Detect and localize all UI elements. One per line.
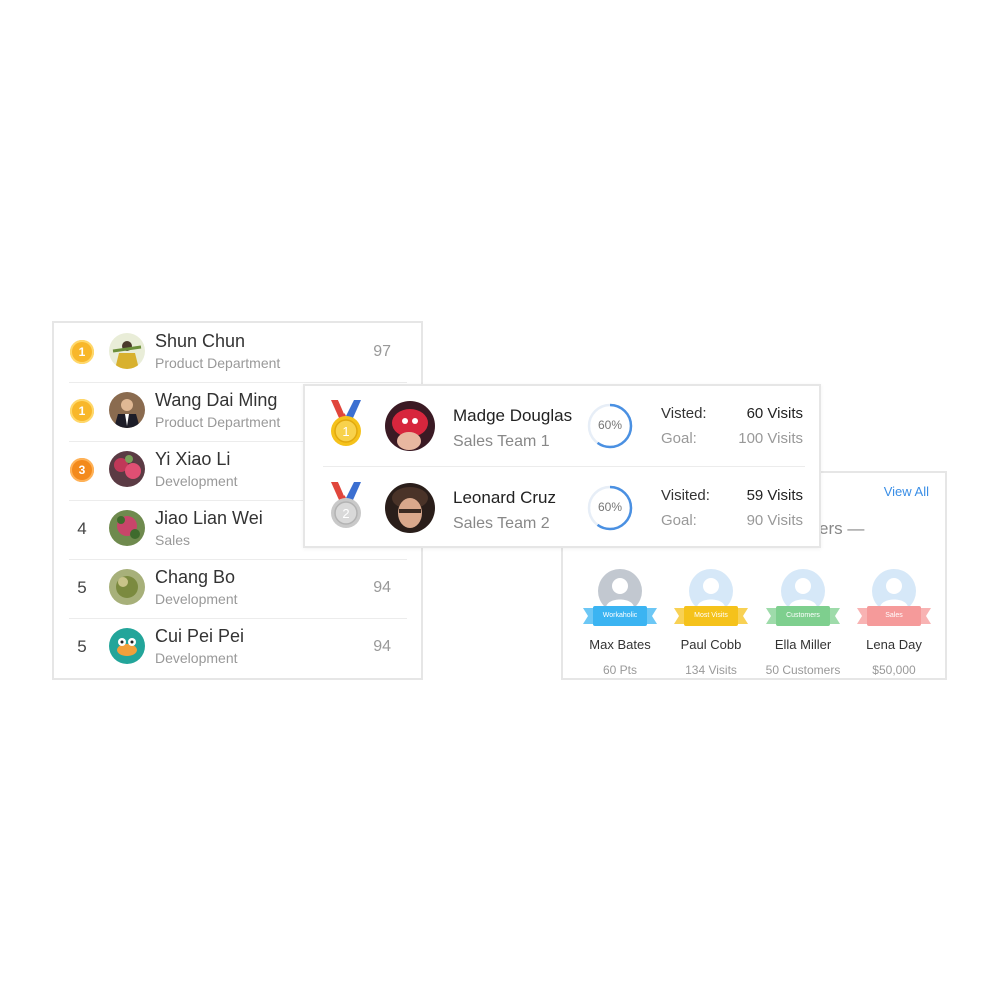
rank-number: 4	[77, 519, 87, 538]
member-department: Sales	[155, 532, 191, 548]
medal-number: 1	[342, 424, 349, 439]
member-name: Shun Chun	[155, 331, 246, 351]
leaderboard-row[interactable]: 1 Shun Chun Product Department 97	[69, 323, 407, 383]
goal-label: Goal:	[661, 512, 697, 529]
rank-badge: 3	[70, 458, 94, 482]
star-name: Ella Miller	[774, 637, 832, 652]
salesperson-team: Sales Team 1	[453, 433, 550, 450]
salesperson-name: Leonard Cruz	[453, 488, 557, 507]
avatar	[109, 333, 145, 369]
star-card-1[interactable]: Most Visits Paul Cobb 134 Visits	[666, 569, 756, 679]
star-stat: 60 Pts	[602, 663, 638, 677]
progress-label: 60%	[597, 418, 623, 432]
medal-number: 2	[342, 506, 349, 521]
star-name: Max Bates	[589, 637, 651, 652]
leaderboard-row[interactable]: 5 Cui Pei Pei Development 94	[69, 618, 407, 677]
goal-value: 90 Visits	[746, 512, 803, 529]
rank-number: 5	[77, 578, 87, 597]
avatar	[109, 628, 145, 664]
star-name: Paul Cobb	[680, 637, 742, 652]
visited-value: 59 Visits	[746, 487, 803, 504]
star-card-2[interactable]: Customers Ella Miller 50 Customers	[758, 569, 848, 679]
rank-badge: 1	[70, 340, 94, 364]
avatar	[109, 451, 145, 487]
avatar	[109, 392, 145, 428]
top-sales-card: 1 Madge Douglas Sales Team 1 60% Visted:…	[303, 384, 821, 548]
member-score: 97	[373, 343, 391, 360]
star-badge-label: Most Visits	[694, 612, 728, 619]
avatar	[109, 510, 145, 546]
rank-badge: 1	[70, 399, 94, 423]
goal-label: Goal:	[661, 430, 697, 447]
avatar	[385, 483, 435, 533]
visited-label: Visted:	[661, 405, 707, 422]
member-department: Development	[155, 650, 238, 666]
visited-value: 60 Visits	[746, 405, 803, 422]
star-card-3[interactable]: Sales Lena Day $50,000	[849, 569, 939, 679]
member-name: Jiao Lian Wei	[155, 508, 263, 528]
silver-medal-icon: 2	[331, 482, 361, 528]
avatar	[109, 569, 145, 605]
team-stars-title: ers —	[819, 519, 865, 538]
top-sales-row[interactable]: 1 Madge Douglas Sales Team 1 60% Visted:…	[323, 386, 805, 467]
member-score: 94	[373, 579, 391, 596]
member-name: Yi Xiao Li	[155, 449, 231, 469]
view-all-link[interactable]: View All	[884, 484, 929, 499]
salesperson-team: Sales Team 2	[453, 515, 550, 532]
star-badge-label: Customers	[786, 612, 820, 619]
leaderboard-row[interactable]: 5 Chang Bo Development 94	[69, 559, 407, 619]
avatar	[385, 401, 435, 451]
star-badge-label: Sales	[885, 612, 903, 619]
star-card-0[interactable]: Workaholic Max Bates 60 Pts	[575, 569, 665, 679]
member-name: Cui Pei Pei	[155, 626, 245, 646]
gold-medal-icon: 1	[331, 400, 361, 446]
rank-number: 5	[77, 637, 87, 656]
star-stat: 50 Customers	[765, 663, 841, 677]
star-badge-label: Workaholic	[602, 612, 638, 619]
member-name: Wang Dai Ming	[155, 390, 278, 410]
star-name: Lena Day	[866, 637, 922, 652]
member-score: 94	[373, 638, 391, 655]
member-department: Development	[155, 473, 238, 489]
progress-label: 60%	[597, 500, 623, 514]
member-name: Chang Bo	[155, 567, 236, 587]
salesperson-name: Madge Douglas	[453, 406, 573, 425]
visited-label: Visited:	[661, 487, 710, 504]
member-department: Development	[155, 591, 238, 607]
goal-value: 100 Visits	[738, 430, 803, 447]
star-stat: 134 Visits	[685, 663, 737, 677]
star-stat: $50,000	[872, 663, 916, 677]
member-department: Product Department	[155, 414, 281, 430]
member-department: Product Department	[155, 355, 281, 371]
top-sales-row[interactable]: 2 Leonard Cruz Sales Team 2 60% Visited:…	[323, 468, 805, 548]
